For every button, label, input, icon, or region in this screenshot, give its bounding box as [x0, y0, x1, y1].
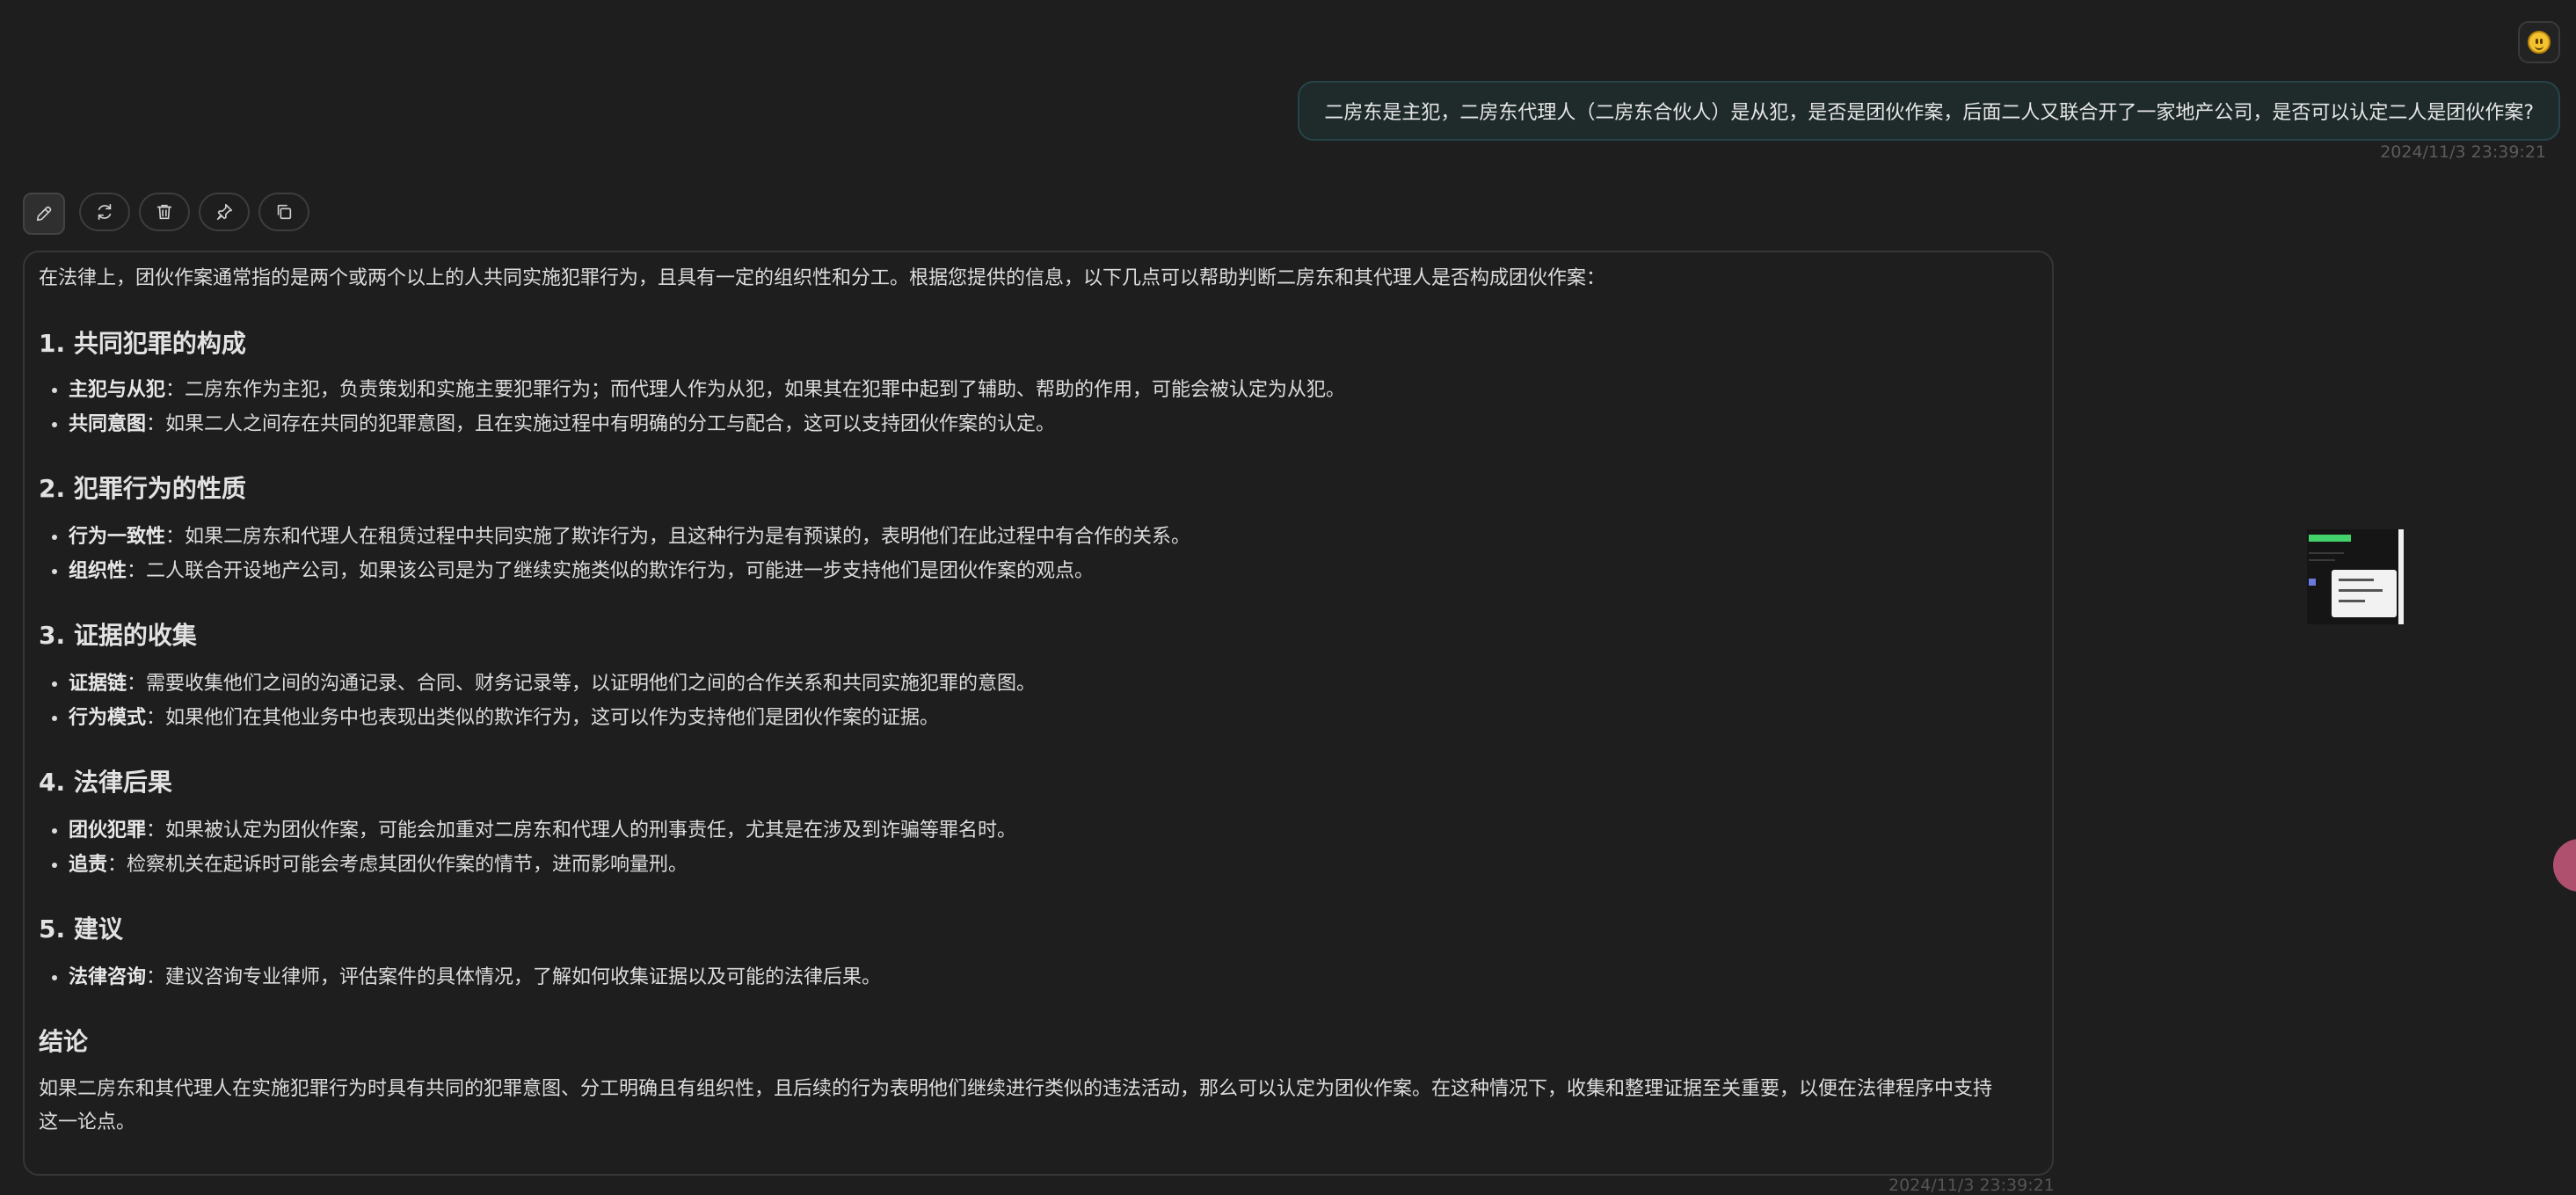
smiley-emoji-icon	[2528, 31, 2551, 54]
list-item: 证据链：需要收集他们之间的沟通记录、合同、财务记录等，以证明他们之间的合作关系和…	[69, 667, 2026, 701]
section-list: 团伙犯罪：如果被认定为团伙作案，可能会加重对二房东和代理人的刑事责任，尤其是在涉…	[39, 813, 2026, 882]
copy-button[interactable]	[258, 193, 309, 231]
list-item: 共同意图：如果二人之间存在共同的犯罪意图，且在实施过程中有明确的分工与配合，这可…	[69, 407, 2026, 441]
conclusion-heading: 结论	[39, 1027, 89, 1056]
delete-button[interactable]	[139, 193, 190, 231]
section-list: 证据链：需要收集他们之间的沟通记录、合同、财务记录等，以证明他们之间的合作关系和…	[39, 667, 2026, 735]
screenshot-thumbnail[interactable]	[2307, 529, 2404, 624]
edit-icon	[36, 206, 52, 222]
user-avatar[interactable]	[2518, 21, 2560, 63]
section-heading: 1. 共同犯罪的构成	[39, 329, 246, 358]
list-item: 追责：检察机关在起诉时可能会考虑其团伙作案的情节，进而影响量刑。	[69, 848, 2026, 882]
section-heading: 5. 建议	[39, 914, 123, 944]
delete-icon	[156, 204, 172, 220]
copy-icon	[277, 204, 292, 220]
pin-icon	[216, 203, 233, 221]
pin-button[interactable]	[199, 193, 250, 231]
refresh-icon	[98, 203, 112, 221]
conclusion-text: 如果二房东和其代理人在实施犯罪行为时具有共同的犯罪意图、分工明确且有组织性，且后…	[39, 1078, 1993, 1133]
assistant-message: 在法律上，团伙作案通常指的是两个或两个以上的人共同实施犯罪行为，且具有一定的组织…	[23, 251, 2054, 1176]
message-toolbar	[23, 193, 309, 235]
regenerate-button[interactable]	[79, 193, 130, 231]
list-item: 行为模式：如果他们在其他业务中也表现出类似的欺诈行为，这可以作为支持他们是团伙作…	[69, 701, 2026, 735]
edit-button[interactable]	[23, 193, 65, 235]
section-list: 行为一致性：如果二房东和代理人在租赁过程中共同实施了欺诈行为，且这种行为是有预谋…	[39, 520, 2026, 588]
user-message-text: 二房东是主犯，二房东代理人（二房东合伙人）是从犯，是否是团伙作案，后面二人又联合…	[1324, 102, 2534, 124]
list-item: 法律咨询：建议咨询专业律师，评估案件的具体情况，了解如何收集证据以及可能的法律后…	[69, 960, 2026, 995]
section-list: 主犯与从犯：二房东作为主犯，负责策划和实施主要犯罪行为；而代理人作为从犯，如果其…	[39, 373, 2026, 441]
section-heading: 2. 犯罪行为的性质	[39, 474, 246, 503]
floating-assistant-button[interactable]	[2553, 839, 2576, 892]
user-message-bubble: 二房东是主犯，二房东代理人（二房东合伙人）是从犯，是否是团伙作案，后面二人又联合…	[1298, 81, 2560, 141]
list-item: 组织性：二人联合开设地产公司，如果该公司是为了继续实施类似的欺诈行为，可能进一步…	[69, 554, 2026, 588]
section-list: 法律咨询：建议咨询专业律师，评估案件的具体情况，了解如何收集证据以及可能的法律后…	[39, 960, 2026, 995]
section-heading: 3. 证据的收集	[39, 621, 197, 650]
list-item: 团伙犯罪：如果被认定为团伙作案，可能会加重对二房东和代理人的刑事责任，尤其是在涉…	[69, 813, 2026, 848]
answer-intro: 在法律上，团伙作案通常指的是两个或两个以上的人共同实施犯罪行为，且具有一定的组织…	[39, 267, 1606, 289]
section-heading: 4. 法律后果	[39, 768, 172, 797]
list-item: 主犯与从犯：二房东作为主犯，负责策划和实施主要犯罪行为；而代理人作为从犯，如果其…	[69, 373, 2026, 407]
list-item: 行为一致性：如果二房东和代理人在租赁过程中共同实施了欺诈行为，且这种行为是有预谋…	[69, 520, 2026, 554]
user-message-timestamp: 2024/11/3 23:39:21	[2380, 142, 2546, 162]
